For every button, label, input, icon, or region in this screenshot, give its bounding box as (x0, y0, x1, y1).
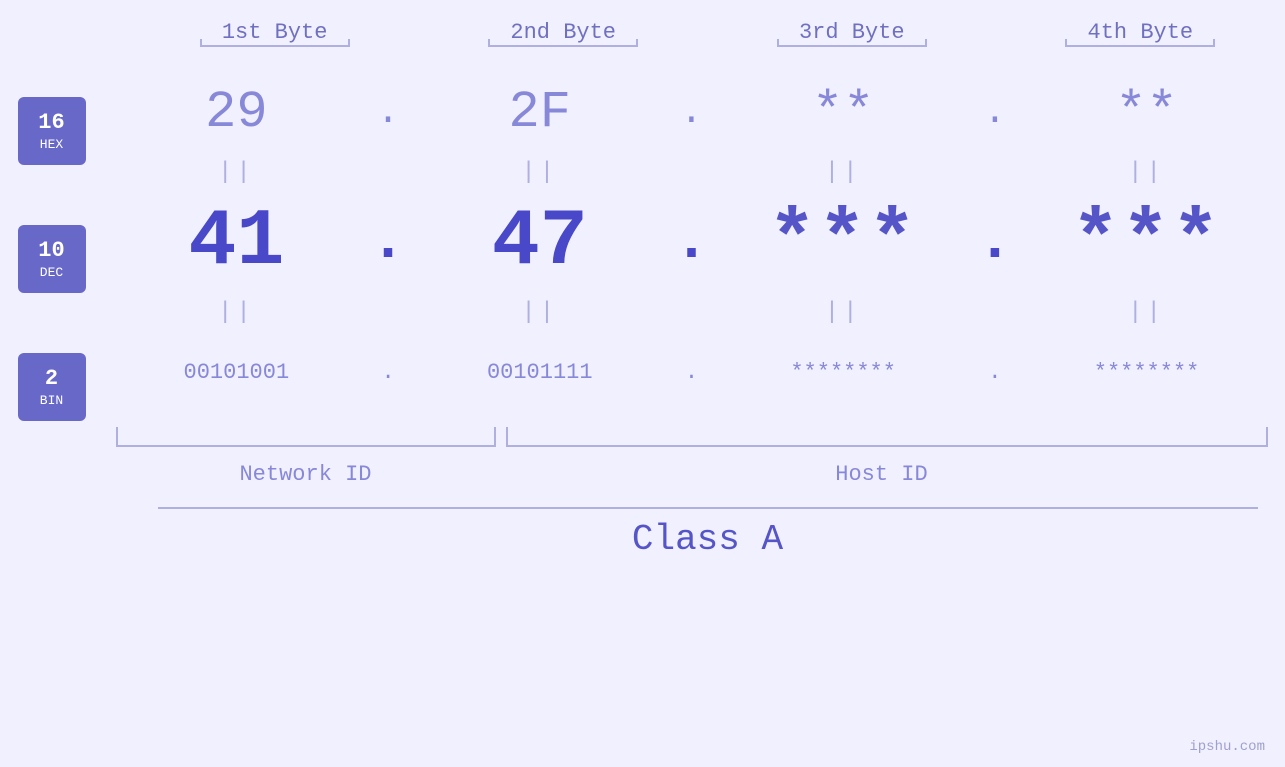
byte3-header-cell: 3rd Byte (742, 20, 962, 47)
bin-dot3: . (975, 360, 1015, 385)
hex-b1: 29 (205, 83, 267, 142)
dot-spacer-3 (976, 20, 1016, 47)
eq2-b1: || (126, 299, 346, 326)
bin-label: BIN (40, 393, 63, 408)
byte4-header-cell: 4th Byte (1030, 20, 1250, 47)
bin-b3: ******** (790, 360, 896, 385)
dec-b2: 47 (492, 197, 588, 288)
eq2-b2: || (430, 299, 650, 326)
class-label: Class A (158, 519, 1258, 560)
dec-badge: 10 DEC (18, 225, 86, 293)
bin-dot2: . (671, 360, 711, 385)
bin-b2: 00101111 (487, 360, 593, 385)
rows-area: 29 . 2F . ** . ** (116, 67, 1268, 487)
equals-row-2: || || || || (116, 297, 1268, 327)
bin-b4: ******** (1094, 360, 1200, 385)
eq2-b4: || (1037, 299, 1257, 326)
bin-dot1: . (368, 360, 408, 385)
bottom-brackets (116, 427, 1268, 457)
dec-b3: *** (768, 197, 918, 288)
equals-row-1: || || || || (116, 157, 1268, 187)
dot-spacer-1 (399, 20, 439, 47)
dec-dot1-char: . (370, 208, 406, 276)
bin-b4-cell: ******** (1037, 360, 1257, 385)
bin-badge: 2 BIN (18, 353, 86, 421)
dec-number: 10 (38, 238, 64, 264)
bin-b1-cell: 00101001 (126, 360, 346, 385)
dec-b4-cell: *** (1037, 197, 1257, 288)
byte3-bracket (777, 45, 927, 47)
eq1-b2: || (430, 159, 650, 186)
host-bracket (506, 427, 1268, 447)
network-id-label: Network ID (116, 462, 496, 487)
dec-b1-cell: 41 (126, 197, 346, 288)
network-bracket (116, 427, 496, 447)
eq1-b4: || (1037, 159, 1257, 186)
dec-dot2: . (671, 208, 711, 276)
hex-dot2: . (671, 91, 711, 134)
dot-spacer-2 (687, 20, 727, 47)
hex-b1-cell: 29 (126, 83, 346, 142)
eq2-b3: || (733, 299, 953, 326)
watermark: ipshu.com (1189, 739, 1265, 755)
byte2-header: 2nd Byte (453, 20, 673, 45)
dec-row: 41 . 47 . *** . *** (116, 187, 1268, 297)
dec-b4: *** (1072, 197, 1222, 288)
hex-dot1-char: . (377, 91, 400, 134)
dec-dot3-char: . (977, 208, 1013, 276)
host-id-label: Host ID (496, 462, 1268, 487)
byte-headers-row: 1st Byte 2nd Byte 3rd Byte 4th Byte (158, 20, 1258, 47)
bin-dot2-char: . (685, 360, 698, 385)
bin-b2-cell: 00101111 (430, 360, 650, 385)
hex-b4-cell: ** (1037, 83, 1257, 142)
byte4-bracket (1065, 45, 1215, 47)
hex-b3-cell: ** (733, 83, 953, 142)
dec-label: DEC (40, 265, 63, 280)
byte3-header: 3rd Byte (742, 20, 962, 45)
bracket-labels: Network ID Host ID (116, 462, 1268, 487)
eq1-b3: || (733, 159, 953, 186)
hex-label: HEX (40, 137, 63, 152)
hex-dot1: . (368, 91, 408, 134)
hex-b2-cell: 2F (430, 83, 650, 142)
dec-dot1: . (368, 208, 408, 276)
bin-b3-cell: ******** (733, 360, 953, 385)
hex-badge: 16 HEX (18, 97, 86, 165)
class-section: Class A (158, 507, 1258, 560)
hex-row: 29 . 2F . ** . ** (116, 67, 1268, 157)
hex-dot3-char: . (983, 91, 1006, 134)
bottom-section: Network ID Host ID (116, 427, 1268, 487)
bin-row: 00101001 . 00101111 . ******** . (116, 327, 1268, 417)
byte1-bracket (200, 45, 350, 47)
hex-b3: ** (812, 83, 874, 142)
dec-b2-cell: 47 (430, 197, 650, 288)
hex-b2: 2F (509, 83, 571, 142)
eq1-b1: || (126, 159, 346, 186)
byte2-header-cell: 2nd Byte (453, 20, 673, 47)
hex-b4: ** (1115, 83, 1177, 142)
hex-dot3: . (975, 91, 1015, 134)
byte4-header: 4th Byte (1030, 20, 1250, 45)
dec-b3-cell: *** (733, 197, 953, 288)
bin-dot3-char: . (988, 360, 1001, 385)
byte2-bracket (488, 45, 638, 47)
dec-dot2-char: . (673, 208, 709, 276)
hex-dot2-char: . (680, 91, 703, 134)
class-line (158, 507, 1258, 509)
dec-dot3: . (975, 208, 1015, 276)
byte1-header: 1st Byte (165, 20, 385, 45)
hex-number: 16 (38, 110, 64, 136)
main-container: 1st Byte 2nd Byte 3rd Byte 4th Byte (0, 0, 1285, 767)
base-labels: 16 HEX 10 DEC 2 BIN (18, 97, 86, 421)
dec-b1: 41 (188, 197, 284, 288)
bin-dot1-char: . (381, 360, 394, 385)
byte1-header-cell: 1st Byte (165, 20, 385, 47)
bin-b1: 00101001 (184, 360, 290, 385)
main-grid: 16 HEX 10 DEC 2 BIN 29 . (18, 67, 1268, 487)
bin-number: 2 (45, 366, 58, 392)
